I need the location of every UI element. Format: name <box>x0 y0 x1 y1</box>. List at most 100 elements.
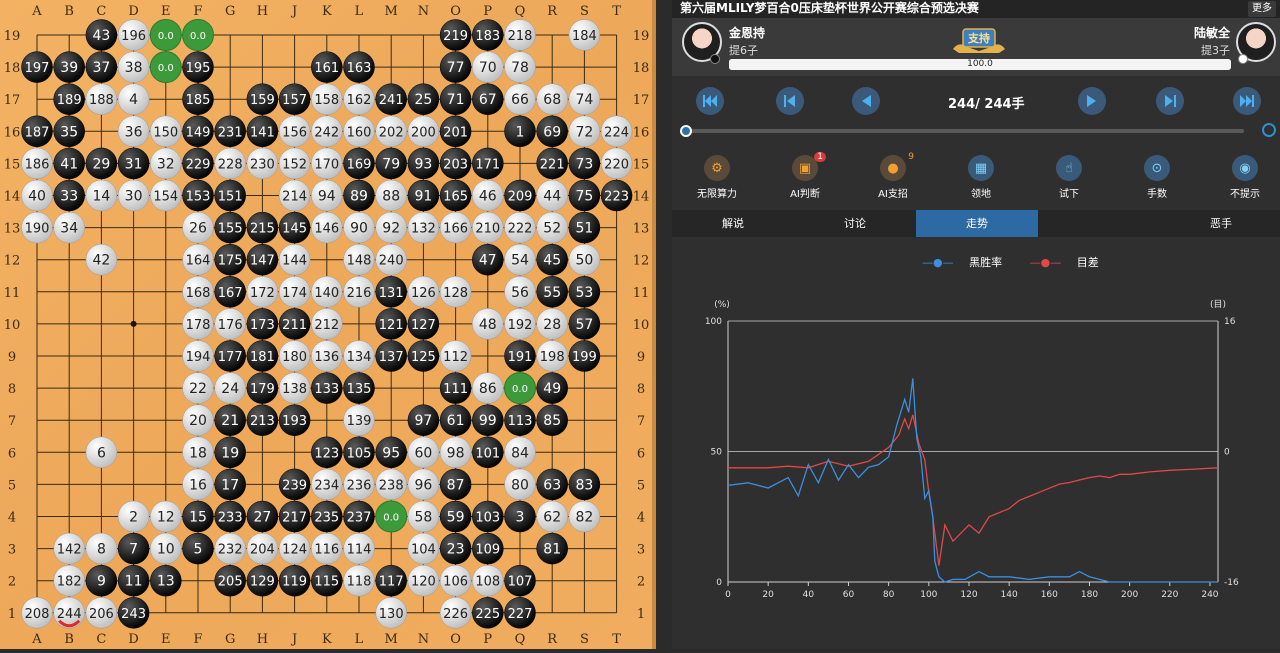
white-stone[interactable]: 208 <box>21 597 53 629</box>
black-stone[interactable]: 13 <box>150 564 182 597</box>
white-stone[interactable]: 148 <box>343 243 375 276</box>
support-button[interactable]: 支持 <box>949 25 1009 55</box>
black-stone[interactable]: 233 <box>214 500 246 533</box>
white-stone[interactable]: 6 <box>85 436 118 469</box>
black-stone[interactable]: 169 <box>343 147 375 180</box>
white-stone[interactable]: 38 <box>117 51 150 83</box>
white-stone[interactable]: 58 <box>407 500 440 533</box>
next-branch-button[interactable] <box>1156 87 1184 115</box>
tool-territory[interactable]: ▦ 领地 <box>946 155 1016 200</box>
white-stone[interactable]: 74 <box>568 83 601 115</box>
black-stone[interactable]: 177 <box>214 340 246 372</box>
black-stone[interactable]: 97 <box>407 404 440 436</box>
black-stone[interactable]: 189 <box>53 83 85 115</box>
next-move-button[interactable] <box>1078 87 1106 115</box>
white-stone[interactable]: 160 <box>343 115 375 148</box>
black-stone[interactable]: 43 <box>85 19 118 51</box>
white-stone[interactable]: 44 <box>536 179 568 212</box>
white-stone[interactable]: 28 <box>536 308 568 340</box>
move-slider[interactable] <box>680 125 1244 137</box>
white-stone[interactable]: 228 <box>214 147 246 180</box>
tool-compute[interactable]: ⚙ 无限算力 <box>682 155 752 200</box>
black-stone[interactable]: 219 <box>439 19 472 51</box>
white-stone[interactable]: 34 <box>53 211 85 244</box>
black-stone[interactable]: 193 <box>278 404 311 436</box>
white-stone[interactable]: 218 <box>504 19 536 51</box>
black-stone[interactable]: 127 <box>407 308 440 340</box>
tab-2[interactable]: 讨论 <box>794 210 916 237</box>
white-stone[interactable]: 206 <box>85 597 118 629</box>
white-stone[interactable]: 78 <box>504 51 536 83</box>
white-stone[interactable]: 150 <box>150 115 182 148</box>
white-stone[interactable]: 86 <box>472 372 504 404</box>
white-stone[interactable]: 82 <box>568 500 601 533</box>
white-stone[interactable]: 232 <box>214 532 246 565</box>
white-stone[interactable]: 98 <box>439 436 472 469</box>
black-stone[interactable]: 129 <box>246 564 279 597</box>
black-stone[interactable]: 153 <box>182 179 214 212</box>
tab-1[interactable]: 解说 <box>672 210 794 237</box>
white-stone[interactable]: 114 <box>343 532 375 565</box>
black-stone[interactable]: 67 <box>472 83 504 115</box>
white-stone[interactable]: 138 <box>278 372 311 404</box>
white-stone[interactable]: 202 <box>375 115 407 148</box>
black-stone[interactable]: 191 <box>504 340 536 372</box>
white-stone[interactable]: 8 <box>85 532 118 565</box>
white-stone[interactable]: 12 <box>150 500 182 533</box>
black-stone[interactable]: 167 <box>214 276 246 308</box>
white-stone[interactable]: 48 <box>472 308 504 340</box>
white-stone[interactable]: 124 <box>278 532 311 565</box>
white-stone[interactable]: 84 <box>504 436 536 469</box>
black-stone[interactable]: 27 <box>246 500 279 533</box>
white-stone[interactable]: 70 <box>472 51 504 83</box>
white-stone[interactable]: 96 <box>407 468 440 501</box>
white-stone[interactable]: 236 <box>343 468 375 501</box>
black-stone[interactable]: 103 <box>472 500 504 533</box>
white-stone[interactable]: 216 <box>343 276 375 308</box>
black-stone[interactable]: 235 <box>311 500 343 533</box>
white-stone[interactable]: 198 <box>536 340 568 372</box>
white-stone[interactable]: 24 <box>214 372 246 404</box>
black-stone[interactable]: 225 <box>472 597 504 629</box>
white-stone[interactable]: 214 <box>278 179 311 212</box>
black-stone[interactable]: 237 <box>343 500 375 533</box>
white-stone[interactable]: 158 <box>311 83 343 115</box>
black-stone[interactable]: 99 <box>472 404 504 436</box>
white-stone[interactable]: 188 <box>85 83 118 115</box>
white-stone[interactable]: 164 <box>182 243 214 276</box>
black-stone[interactable]: 73 <box>568 147 601 180</box>
black-stone[interactable]: 185 <box>182 83 214 115</box>
black-stone[interactable]: 149 <box>182 115 214 148</box>
white-stone[interactable]: 242 <box>311 115 343 148</box>
white-stone[interactable]: 186 <box>21 147 53 180</box>
black-stone[interactable]: 91 <box>407 179 440 212</box>
black-stone[interactable]: 159 <box>246 83 279 115</box>
slider-thumb[interactable] <box>680 125 692 137</box>
white-stone[interactable]: 104 <box>407 532 440 565</box>
white-stone[interactable]: 142 <box>53 532 85 565</box>
white-stone[interactable]: 144 <box>278 243 311 276</box>
black-stone[interactable]: 77 <box>439 51 472 83</box>
black-stone[interactable]: 155 <box>214 211 246 244</box>
black-stone[interactable]: 111 <box>439 372 472 404</box>
white-stone[interactable]: 174 <box>278 276 311 308</box>
white-stone[interactable]: 32 <box>150 147 182 180</box>
black-stone[interactable]: 147 <box>246 243 279 276</box>
black-stone[interactable]: 183 <box>472 19 504 51</box>
black-stone[interactable]: 161 <box>311 51 343 83</box>
white-stone[interactable]: 4 <box>117 83 150 115</box>
white-stone[interactable]: 56 <box>504 276 536 308</box>
board-grid[interactable]: AABBCCDDEEFFGGHHJJKKLLMMNNOOPPQQRRSSTT19… <box>0 0 656 649</box>
white-stone[interactable]: 168 <box>182 276 214 308</box>
black-stone[interactable]: 231 <box>214 115 246 148</box>
white-stone[interactable]: 50 <box>568 243 601 276</box>
black-stone[interactable]: 223 <box>600 179 633 212</box>
black-stone[interactable]: 125 <box>407 340 440 372</box>
legend-winrate[interactable]: —●— 黑胜率 <box>922 256 1014 269</box>
white-stone[interactable]: 26 <box>182 211 214 244</box>
white-stone[interactable]: 146 <box>311 211 343 244</box>
white-stone[interactable]: 152 <box>278 147 311 180</box>
first-move-button[interactable] <box>696 87 724 115</box>
black-stone[interactable]: 85 <box>536 404 568 436</box>
black-stone[interactable]: 39 <box>53 51 85 83</box>
